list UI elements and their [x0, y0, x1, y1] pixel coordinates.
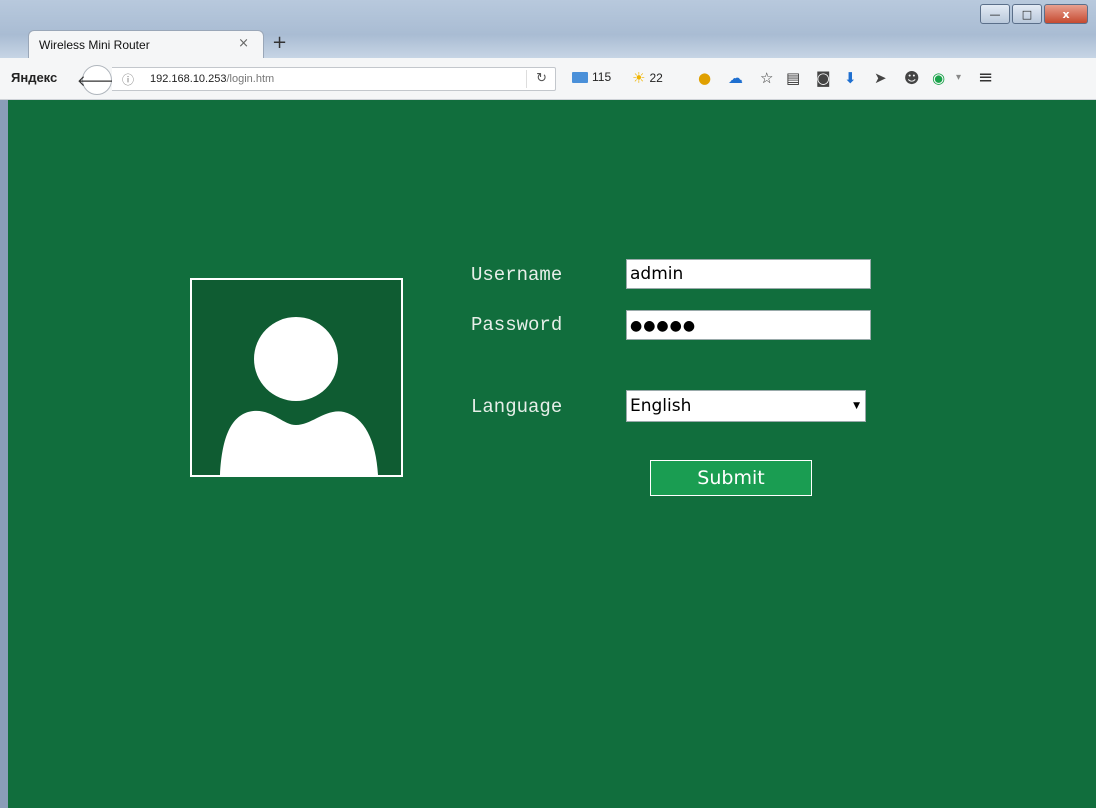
window-controls: — □ x: [980, 4, 1088, 24]
yandex-logo[interactable]: Яндекс: [11, 70, 57, 85]
weather-widget[interactable]: ☀ 22: [632, 70, 663, 86]
chat-icon[interactable]: ☻: [904, 70, 920, 86]
info-icon[interactable]: ⓘ: [122, 71, 134, 88]
avatar: [190, 278, 403, 477]
password-input[interactable]: ●●●●●: [626, 310, 871, 340]
weather-temp: 22: [649, 71, 663, 85]
tab-active[interactable]: Wireless Mini Router ×: [28, 30, 264, 58]
download-icon[interactable]: ⬇: [844, 70, 857, 86]
new-tab-button[interactable]: +: [272, 32, 287, 53]
reload-icon[interactable]: ↻: [536, 71, 547, 86]
tab-title: Wireless Mini Router: [39, 38, 150, 52]
language-select[interactable]: English ▼: [626, 390, 866, 422]
username-input[interactable]: [626, 259, 871, 289]
mail-widget[interactable]: 115: [572, 70, 611, 84]
menu-icon[interactable]: ≡: [978, 69, 993, 87]
language-label: Language: [471, 396, 563, 418]
coin-icon[interactable]: ●: [698, 70, 711, 86]
submit-button[interactable]: Submit: [650, 460, 812, 496]
window-titlebar: — □ x Wireless Mini Router × +: [0, 0, 1096, 58]
bookmark-star-icon[interactable]: ☆: [760, 70, 773, 86]
eye-icon[interactable]: ◉: [932, 70, 945, 86]
password-mask: ●●●●●: [630, 318, 697, 334]
tab-close-icon[interactable]: ×: [238, 36, 249, 51]
address-bar[interactable]: ⓘ 192.168.10.253/login.htm ↻: [112, 67, 556, 91]
url-text: 192.168.10.253/login.htm: [150, 73, 274, 85]
maximize-button[interactable]: □: [1012, 4, 1042, 24]
mail-count: 115: [592, 70, 612, 84]
language-selected-value: English: [630, 396, 692, 416]
back-button[interactable]: 🡐: [77, 65, 117, 95]
close-window-button[interactable]: x: [1044, 4, 1088, 24]
url-path: /login.htm: [226, 73, 275, 85]
url-host: 192.168.10.253: [150, 73, 227, 85]
chevron-down-icon[interactable]: ▾: [956, 70, 961, 86]
browser-navbar: Яндекс 🡐 ⓘ 192.168.10.253/login.htm ↻ 11…: [0, 58, 1096, 100]
password-label: Password: [471, 314, 563, 336]
user-silhouette-icon: [220, 317, 378, 475]
sun-icon: ☀: [632, 69, 646, 87]
url-separator: [526, 70, 527, 88]
mail-icon: [572, 71, 588, 83]
pocket-icon[interactable]: ◙: [816, 70, 831, 86]
reading-list-icon[interactable]: ▤: [786, 70, 800, 86]
dropdown-arrow-icon: ▼: [853, 401, 860, 411]
send-icon[interactable]: ➤: [874, 70, 887, 86]
cloud-icon[interactable]: ☁: [728, 70, 743, 86]
minimize-button[interactable]: —: [980, 4, 1010, 24]
login-page: Username Password ●●●●● Language English…: [8, 100, 1096, 808]
username-label: Username: [471, 264, 563, 286]
